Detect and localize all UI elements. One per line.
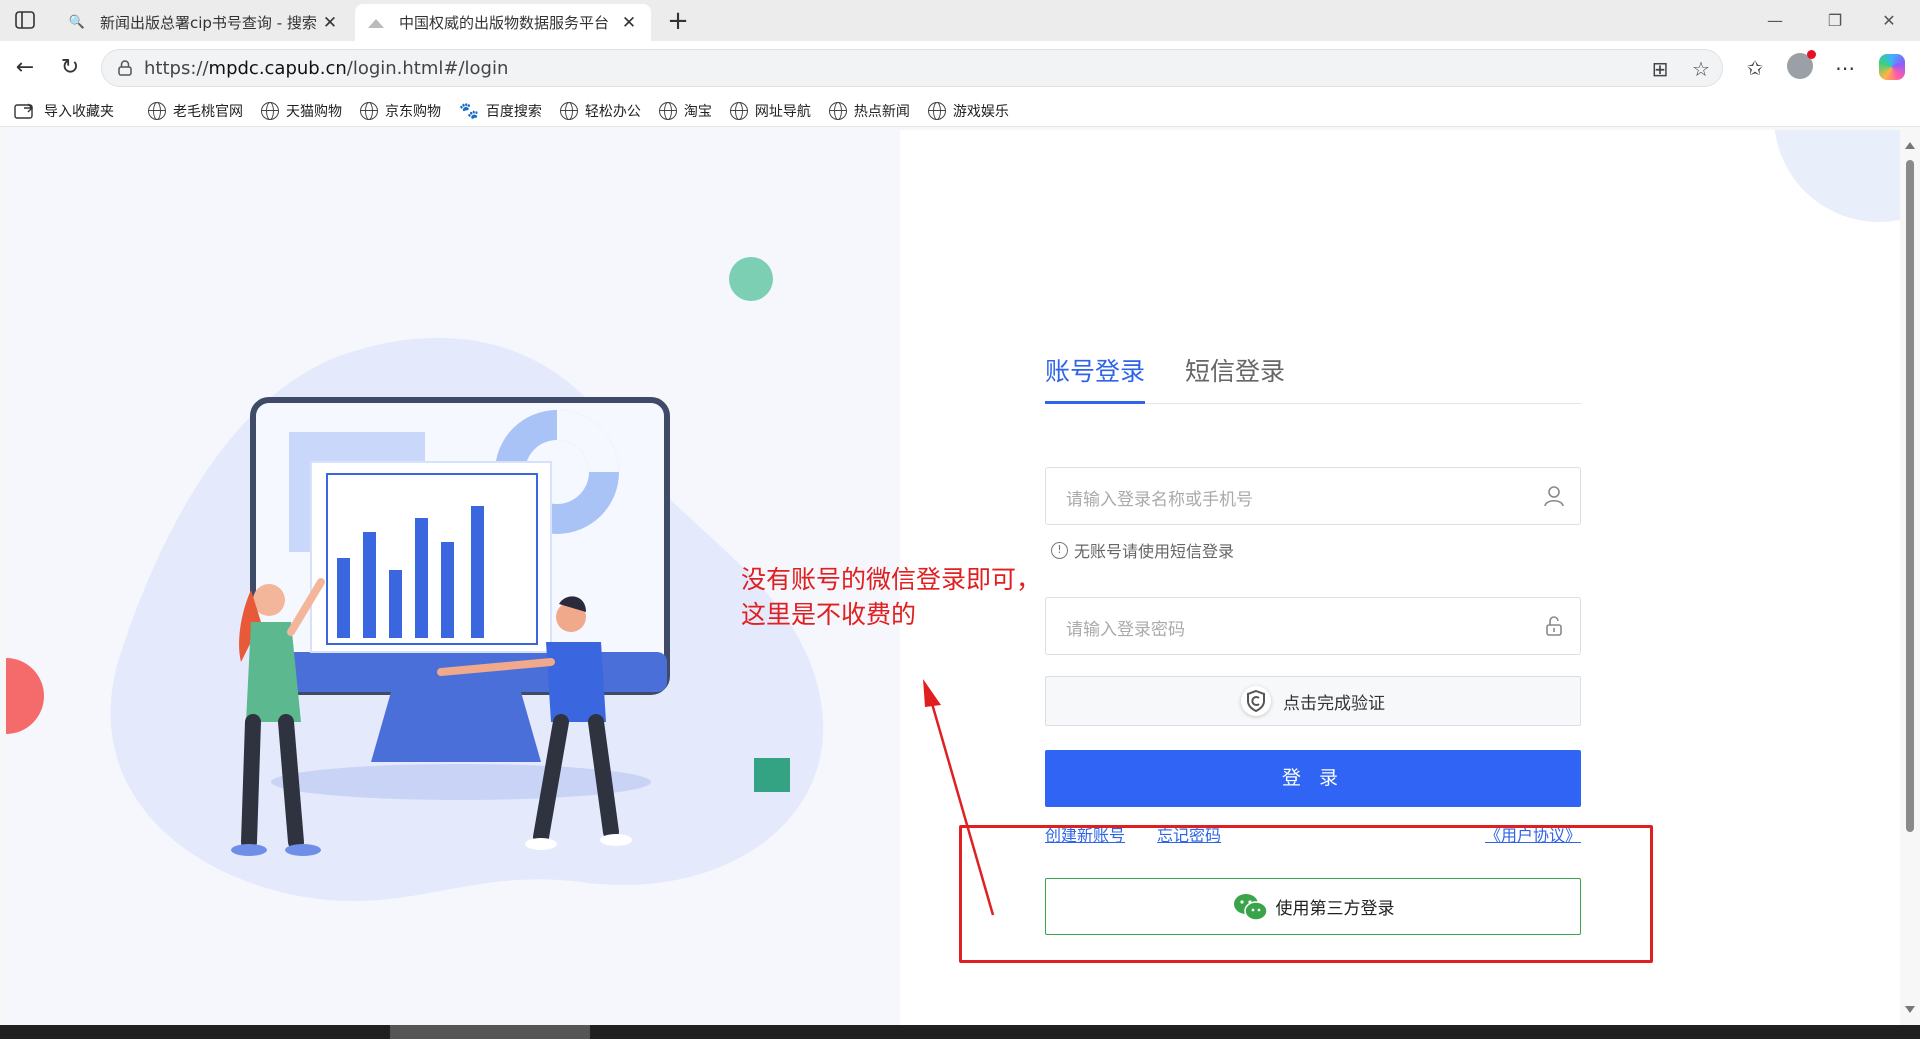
globe-icon xyxy=(927,101,946,120)
back-button[interactable]: ← xyxy=(10,53,40,83)
taskbar-item[interactable] xyxy=(390,1025,590,1039)
url-text: https://mpdc.capub.cn/login.html#/login xyxy=(144,58,509,79)
annotation-text: 没有账号的微信登录即可， 这里是不收费的 xyxy=(741,562,1041,632)
bookmark-label: 百度搜索 xyxy=(485,103,542,120)
bookmark-item[interactable]: 轻松办公 xyxy=(559,101,641,121)
bookmark-item[interactable]: 🐾 百度搜索 xyxy=(459,101,542,121)
shield-icon xyxy=(1241,686,1271,716)
site-info-icon[interactable] xyxy=(116,59,134,77)
globe-icon xyxy=(658,101,677,120)
bookmark-label: 热点新闻 xyxy=(853,103,910,120)
annotation-line: 这里是不收费的 xyxy=(741,600,917,629)
favorites-icon[interactable]: ✩ xyxy=(1740,53,1770,83)
close-tab-icon[interactable]: ✕ xyxy=(320,13,340,33)
tab-search[interactable]: 🔍 新闻出版总署cip书号查询 - 搜索 ✕ xyxy=(56,4,352,41)
bookmark-label: 游戏娱乐 xyxy=(952,103,1009,120)
page-scrollbar[interactable] xyxy=(1900,130,1920,1025)
tab-actions-icon[interactable] xyxy=(14,10,36,30)
bookmark-label: 网址导航 xyxy=(754,103,811,120)
hint-text: 无账号请使用短信登录 xyxy=(1074,542,1235,561)
annotation-highlight-box xyxy=(959,825,1653,963)
password-placeholder: 请输入登录密码 xyxy=(1066,620,1185,640)
scroll-up-icon[interactable] xyxy=(1905,142,1915,149)
globe-icon xyxy=(828,101,847,120)
app-available-icon[interactable]: ⊞ xyxy=(1647,56,1673,82)
annotation-line: 没有账号的微信登录即可， xyxy=(741,565,1042,594)
copilot-icon[interactable] xyxy=(1879,54,1905,80)
user-icon xyxy=(1544,486,1564,507)
captcha-verify-button[interactable]: 点击完成验证 xyxy=(1045,676,1581,726)
tab-login[interactable]: 中国权威的出版物数据服务平台 ✕ xyxy=(355,4,651,41)
navigation-bar: ← ↻ https://mpdc.capub.cn/login.html#/lo… xyxy=(0,41,1920,95)
bookmark-label: 淘宝 xyxy=(683,103,712,120)
globe-icon xyxy=(729,101,748,120)
site-favicon-icon xyxy=(367,14,385,32)
tab-title: 新闻出版总署cip书号查询 - 搜索 xyxy=(100,14,317,32)
tab-account-login[interactable]: 账号登录 xyxy=(1045,352,1146,404)
username-placeholder: 请输入登录名称或手机号 xyxy=(1066,490,1253,510)
bookmark-item[interactable]: 淘宝 xyxy=(658,101,712,121)
globe-icon xyxy=(559,101,578,120)
login-tabs: 账号登录 短信登录 xyxy=(1045,352,1581,404)
tab-title: 中国权威的出版物数据服务平台 xyxy=(399,14,610,32)
close-tab-icon[interactable]: ✕ xyxy=(619,13,639,33)
no-account-hint: ! 无账号请使用短信登录 xyxy=(1051,538,1234,562)
globe-icon xyxy=(360,101,378,120)
scroll-thumb[interactable] xyxy=(1906,160,1914,832)
refresh-button[interactable]: ↻ xyxy=(55,53,85,83)
bookmark-label: 轻松办公 xyxy=(584,103,641,120)
bookmark-item[interactable]: 游戏娱乐 xyxy=(927,101,1009,121)
bookmark-item[interactable]: 老毛桃官网 xyxy=(148,101,243,121)
profile-avatar[interactable] xyxy=(1787,50,1816,79)
username-field[interactable]: 请输入登录名称或手机号 xyxy=(1045,467,1581,525)
tab-sms-login[interactable]: 短信登录 xyxy=(1185,352,1285,388)
verify-label: 点击完成验证 xyxy=(1283,693,1385,714)
search-icon: 🔍 xyxy=(68,15,86,30)
taskbar xyxy=(0,1025,1920,1039)
more-menu-icon[interactable]: ⋯ xyxy=(1830,53,1860,83)
info-icon: ! xyxy=(1051,541,1068,559)
bookmarks-bar: 导入收藏夹 老毛桃官网 天猫购物 京东购物 🐾 百度搜索 轻松办公 淘宝 网址导航… xyxy=(0,95,1920,127)
login-form: 账号登录 短信登录 请输入登录名称或手机号 ! 无账号请使用短信登录 请输入登录… xyxy=(6,130,1900,1025)
scroll-down-icon[interactable] xyxy=(1905,1006,1915,1013)
bookmark-item[interactable]: 京东购物 xyxy=(360,101,441,121)
tab-strip: 🔍 新闻出版总署cip书号查询 - 搜索 ✕ 中国权威的出版物数据服务平台 ✕ … xyxy=(0,0,1920,41)
globe-icon xyxy=(148,101,166,120)
browser-window: 🔍 新闻出版总署cip书号查询 - 搜索 ✕ 中国权威的出版物数据服务平台 ✕ … xyxy=(0,0,1920,1039)
bookmark-label: 天猫购物 xyxy=(286,103,342,120)
favorite-star-icon[interactable]: ☆ xyxy=(1688,56,1714,82)
globe-icon xyxy=(261,101,279,120)
minimize-button[interactable]: — xyxy=(1752,6,1798,36)
login-button[interactable]: 登 录 xyxy=(1045,750,1581,807)
close-window-button[interactable]: ✕ xyxy=(1866,6,1912,36)
bookmark-label: 导入收藏夹 xyxy=(44,103,114,120)
import-favorites-icon xyxy=(14,103,33,119)
bookmark-label: 京东购物 xyxy=(385,103,441,120)
new-tab-button[interactable]: + xyxy=(663,6,693,36)
bookmark-import[interactable]: 导入收藏夹 xyxy=(14,101,114,121)
bookmark-item[interactable]: 热点新闻 xyxy=(828,101,910,121)
address-bar[interactable]: https://mpdc.capub.cn/login.html#/login … xyxy=(101,49,1723,87)
baidu-paw-icon: 🐾 xyxy=(459,101,479,120)
lock-icon xyxy=(1546,616,1562,636)
restore-button[interactable]: ❐ xyxy=(1812,6,1858,36)
bookmark-item[interactable]: 网址导航 xyxy=(729,101,811,121)
password-field[interactable]: 请输入登录密码 xyxy=(1045,597,1581,655)
bookmark-item[interactable]: 天猫购物 xyxy=(261,101,342,121)
bookmark-label: 老毛桃官网 xyxy=(173,103,243,120)
